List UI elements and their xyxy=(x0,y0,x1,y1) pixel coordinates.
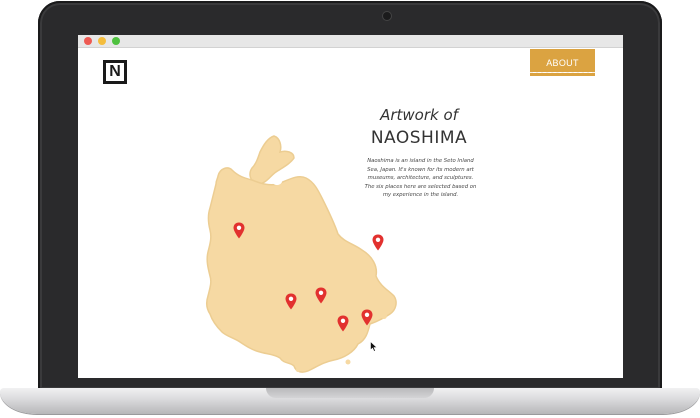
webcam xyxy=(383,12,391,20)
map-pin-icon[interactable] xyxy=(315,287,327,304)
map-pin-icon[interactable] xyxy=(285,293,297,310)
minimize-window-button[interactable] xyxy=(98,37,106,45)
bay-notch xyxy=(272,175,282,185)
page-title-prefix: Artwork of xyxy=(380,106,458,124)
small-islet xyxy=(381,313,387,319)
browser-window: N ABOUT Artwork of NAOSHIMA Naoshima is … xyxy=(78,35,623,378)
close-window-button[interactable] xyxy=(84,37,92,45)
map-pin-icon[interactable] xyxy=(337,315,349,332)
map-pin-icon[interactable] xyxy=(361,309,373,326)
logo-letter: N xyxy=(109,63,121,80)
small-islet xyxy=(296,368,300,372)
mouse-cursor-icon xyxy=(370,341,378,352)
laptop-mockup: N ABOUT Artwork of NAOSHIMA Naoshima is … xyxy=(0,0,700,418)
laptop-lid-notch xyxy=(266,388,434,398)
laptop-base xyxy=(0,388,700,414)
window-titlebar xyxy=(78,35,623,48)
map-pin-icon[interactable] xyxy=(372,234,384,251)
zoom-window-button[interactable] xyxy=(112,37,120,45)
small-islet xyxy=(345,359,351,365)
main-island-shape xyxy=(205,167,397,373)
map-pin-icon[interactable] xyxy=(233,222,245,239)
about-button[interactable]: ABOUT xyxy=(530,49,595,76)
site-logo[interactable]: N xyxy=(103,60,127,84)
about-button-label: ABOUT xyxy=(546,57,579,68)
northern-islet-shape xyxy=(249,135,295,185)
naoshima-island-map xyxy=(205,135,397,373)
web-page: N ABOUT Artwork of NAOSHIMA Naoshima is … xyxy=(78,48,623,378)
